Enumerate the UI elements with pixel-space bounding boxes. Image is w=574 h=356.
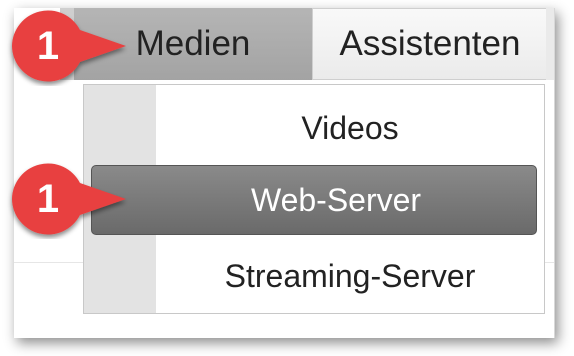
callout-number: 1 xyxy=(36,23,60,68)
dropdown-item-web-server[interactable]: Web-Server xyxy=(91,165,537,235)
callout-marker-icon: 1 xyxy=(2,159,132,239)
divider xyxy=(14,262,84,263)
menu-medien-label: Medien xyxy=(135,24,251,63)
menubar: Medien Assistenten xyxy=(60,8,548,80)
dropdown-item-label: Streaming-Server xyxy=(224,257,476,294)
dropdown-item-videos[interactable]: Videos xyxy=(84,93,544,163)
medien-dropdown-menu: Videos Web-Server Streaming-Server xyxy=(83,84,545,314)
dropdown-item-streaming-server[interactable]: Streaming-Server xyxy=(84,241,544,311)
callout-number: 1 xyxy=(36,176,60,221)
dropdown-item-label: Videos xyxy=(301,109,399,146)
divider xyxy=(544,262,554,263)
menubar-edge xyxy=(546,8,554,80)
menu-assistenten[interactable]: Assistenten xyxy=(312,8,548,80)
callout-marker-icon: 1 xyxy=(2,6,132,86)
dropdown-item-label: Web-Server xyxy=(250,181,422,218)
menu-assistenten-label: Assistenten xyxy=(339,24,521,63)
